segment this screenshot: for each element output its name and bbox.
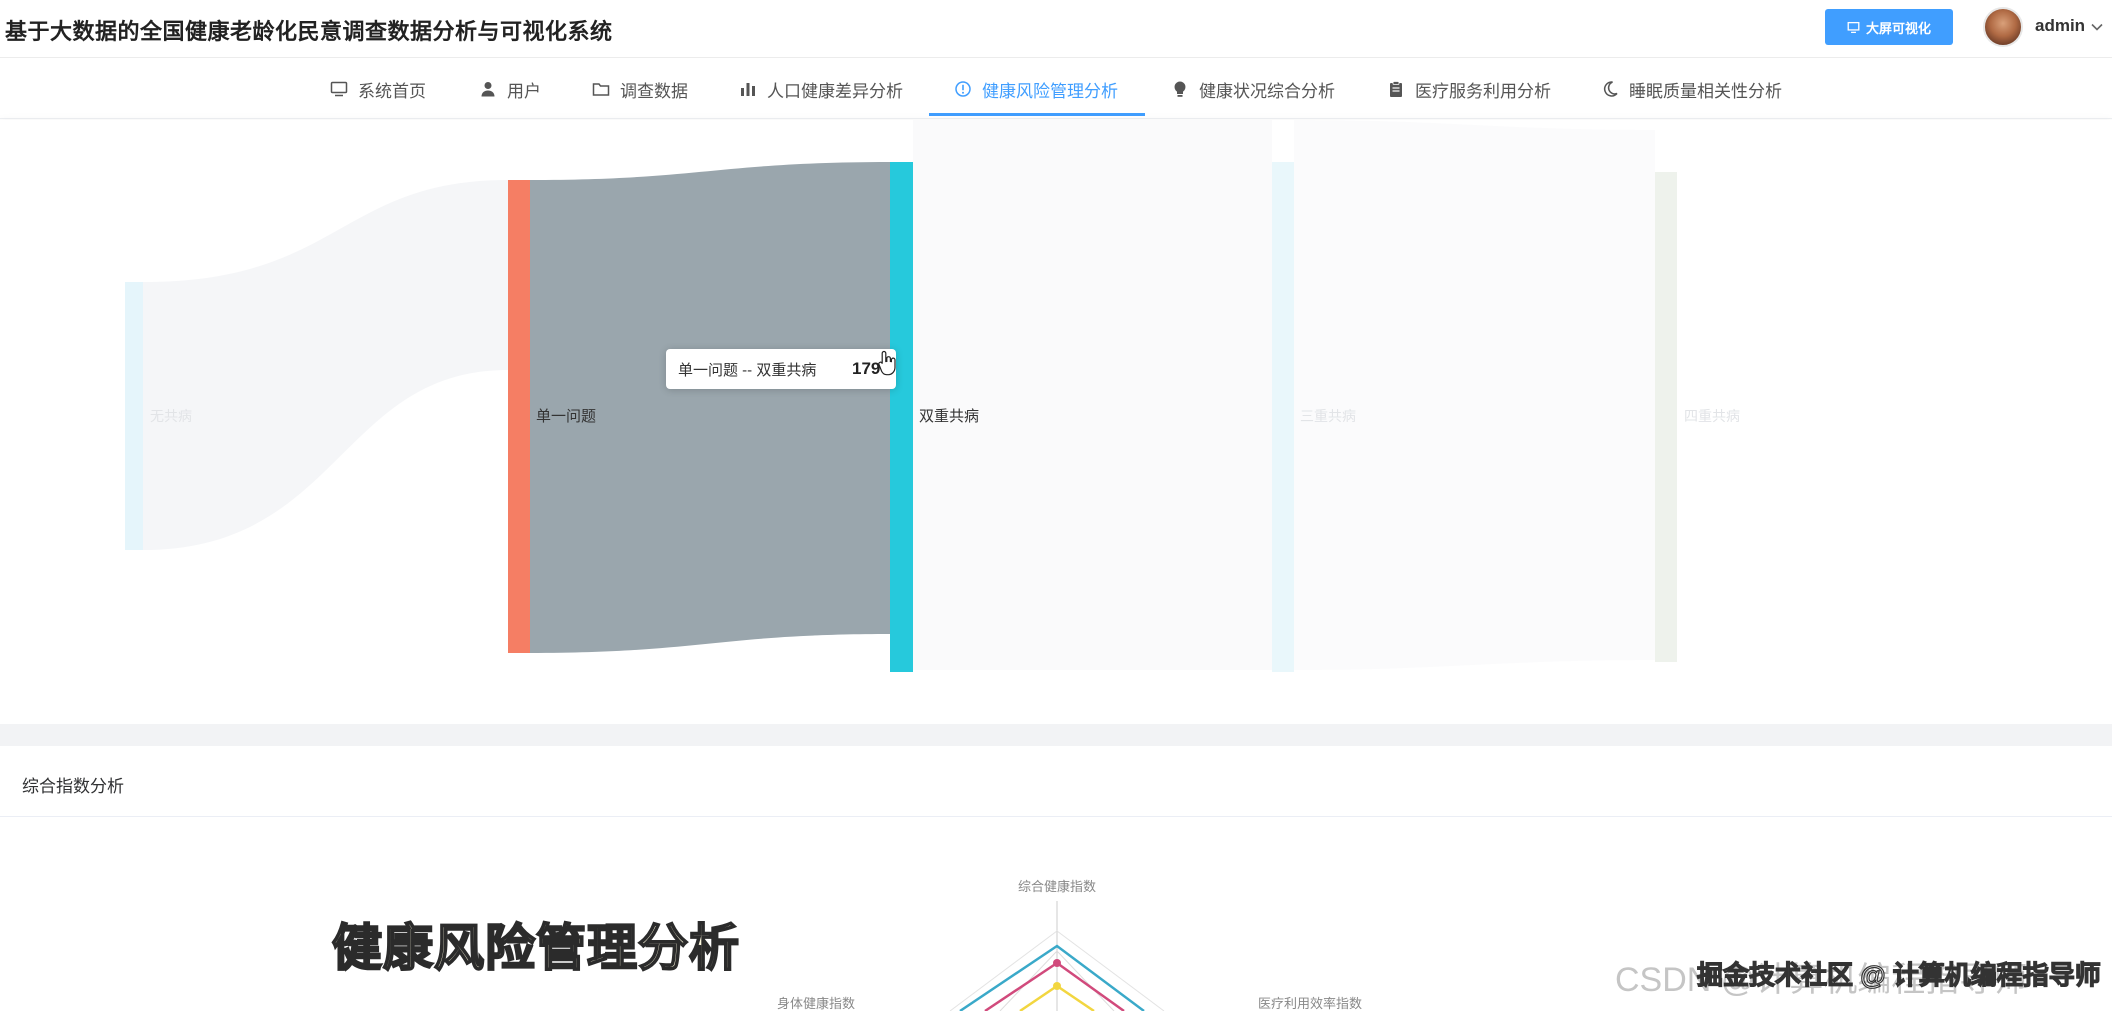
bigscreen-button-label: 大屏可视化 [1865,20,1931,36]
info-circle-icon [955,81,971,97]
nav-item-label: 睡眠质量相关性分析 [1629,81,1782,101]
section-gap [0,724,2112,746]
sankey-node-none[interactable] [125,282,143,550]
avatar[interactable] [1983,7,2023,47]
active-tab-indicator [929,113,1145,116]
moon-icon [1603,81,1618,97]
top-header: 基于大数据的全国健康老龄化民意调查数据分析与可视化系统 大屏可视化 admin [0,0,2112,58]
sankey-node-double[interactable] [890,162,913,672]
nav-item-label: 系统首页 [358,81,426,101]
radar-indicator-label: 综合健康指数 [1018,879,1096,894]
nav-item-users[interactable]: 用户 [479,59,541,119]
nav-item-label: 用户 [507,81,541,101]
sankey-node-quad[interactable] [1655,172,1677,662]
nav-item-label: 医疗服务利用分析 [1415,81,1551,101]
chevron-down-icon[interactable] [2090,20,2104,34]
bar-chart-icon [741,83,755,96]
nav-item-health-risk[interactable]: 健康风险管理分析 [954,59,1118,119]
nav-item-sleep-quality[interactable]: 睡眠质量相关性分析 [1601,59,1782,119]
radar-series-point[interactable] [1053,982,1061,990]
monitor-icon [330,81,348,97]
folder-icon [592,83,610,96]
bulb-icon [1174,81,1186,97]
video-caption-text: 健康风险管理分析 [331,919,740,977]
radar-indicator-label: 身体健康指数 [777,996,855,1011]
bigscreen-icon [1847,21,1860,33]
username[interactable]: admin [2035,16,2085,36]
sankey-node-single[interactable] [508,180,530,653]
clipboard-icon [1390,81,1402,97]
sankey-label-triple: 三重共病 [1300,408,1356,424]
main-nav: 系统首页 用户 调查数据 人口健康差异分析 健康风险管理分析 健康状况综合分析 … [0,59,2112,119]
nav-item-label: 人口健康差异分析 [767,81,903,101]
sankey-label-quad: 四重共病 [1684,408,1740,424]
radar-indicator-label: 医疗利用效率指数 [1258,996,1362,1011]
sankey-link-none-single[interactable] [143,180,508,550]
sankey-label-single: 单一问题 [536,408,596,425]
nav-item-label: 调查数据 [620,81,688,101]
sankey-node-triple[interactable] [1272,162,1294,672]
nav-item-home[interactable]: 系统首页 [330,59,426,119]
sankey-link-triple-quad[interactable] [1294,120,1655,670]
hand-cursor-icon [878,350,896,376]
nav-item-label: 健康状况综合分析 [1199,81,1335,101]
app-title: 基于大数据的全国健康老龄化民意调查数据分析与可视化系统 [5,19,613,44]
sankey-chart-card: 无共病 单一问题 双重共病 三重共病 四重共病 [0,120,2112,724]
sankey-label-none: 无共病 [150,408,192,424]
nav-item-survey-data[interactable]: 调查数据 [592,59,688,119]
nav-item-label: 健康风险管理分析 [982,81,1118,101]
bigscreen-button[interactable]: 大屏可视化 [1825,9,1953,45]
sankey-label-double: 双重共病 [919,408,979,425]
sankey-chart: 无共病 单一问题 双重共病 三重共病 四重共病 [125,120,1740,672]
user-icon [481,82,495,97]
chart-tooltip: 单一问题 -- 双重共病 179 [666,349,896,389]
sankey-link-double-triple[interactable] [913,120,1272,670]
nav-item-health-status[interactable]: 健康状况综合分析 [1171,59,1335,119]
tooltip-text: 单一问题 -- 双重共病 [678,361,817,379]
nav-item-medical-service[interactable]: 医疗服务利用分析 [1387,59,1551,119]
nav-item-population-health[interactable]: 人口健康差异分析 [739,59,903,119]
community-watermark: 掘金技术社区 @ 计算机编程指导师 [1696,959,2101,990]
